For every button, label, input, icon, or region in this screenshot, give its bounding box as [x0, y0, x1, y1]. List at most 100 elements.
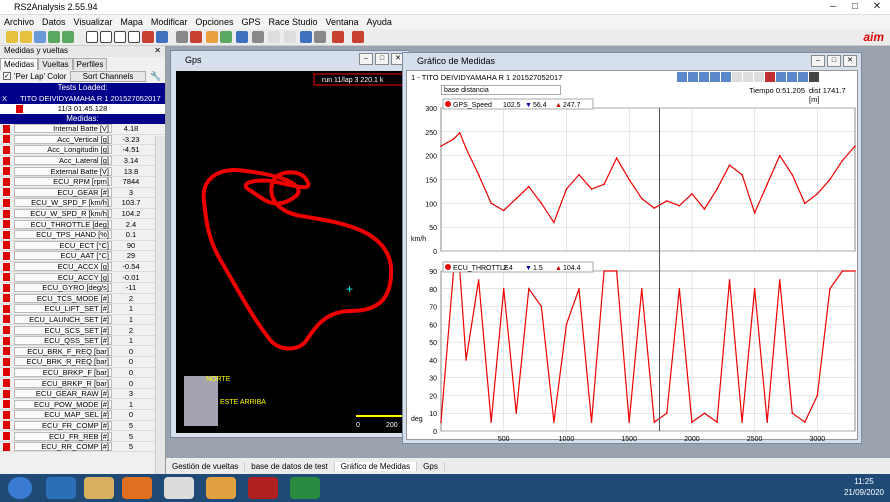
measure-row[interactable]: ECU_ECT [°C] 90 [0, 240, 165, 252]
chart-icon[interactable] [128, 31, 140, 43]
menu-race-studio[interactable]: Race Studio [264, 15, 321, 29]
measure-color-swatch[interactable] [3, 389, 10, 398]
aim-logo-icon[interactable] [352, 31, 364, 43]
folder-icon[interactable] [20, 31, 32, 43]
zoom-x-icon[interactable] [710, 72, 720, 82]
measure-row[interactable]: ECU_GEAR [#] 3 [0, 187, 165, 199]
video-icon[interactable] [176, 31, 188, 43]
report-icon[interactable] [252, 31, 264, 43]
measure-color-swatch[interactable] [3, 304, 10, 313]
test-row[interactable]: X TITO DEIVIDYAMAHA R 1 201527052017 [0, 93, 165, 104]
measure-color-swatch[interactable] [3, 167, 10, 176]
measure-row[interactable]: ECU_ACCX [g] -0.54 [0, 262, 165, 273]
map-icon[interactable] [220, 31, 232, 43]
measure-color-swatch[interactable] [3, 198, 10, 207]
close-test-icon[interactable]: X [2, 93, 7, 104]
measure-row[interactable]: ECU_FR_REB [#] 5 [0, 431, 165, 442]
table-icon[interactable] [62, 31, 74, 43]
math-icon[interactable] [332, 31, 344, 43]
chrome-icon[interactable] [164, 477, 194, 499]
measure-color-swatch[interactable] [3, 209, 10, 218]
base-selector[interactable]: base distancia [441, 85, 561, 95]
measure-row[interactable]: ECU_BRK_R_REQ [bar] 0 [0, 357, 165, 368]
print-icon[interactable] [314, 31, 326, 43]
measure-color-swatch[interactable] [3, 442, 10, 451]
zoom-fit-icon[interactable] [699, 72, 709, 82]
measure-color-swatch[interactable] [3, 336, 10, 345]
wrench-icon[interactable] [809, 72, 819, 82]
measure-row[interactable]: ECU_LAUNCH_SET [#] 1 [0, 314, 165, 326]
measure-row[interactable]: ECU_BRKP_F [bar] 0 [0, 367, 165, 379]
gps-minimize-button[interactable]: – [359, 53, 373, 65]
measure-row[interactable]: ECU_FR_COMP [#] 5 [0, 420, 165, 432]
split-icon[interactable] [787, 72, 797, 82]
gps-maximize-button[interactable]: □ [375, 53, 389, 65]
measure-color-swatch[interactable] [3, 145, 10, 154]
measure-color-swatch[interactable] [3, 400, 10, 409]
sort-channels-button[interactable]: Sort Channels [70, 71, 146, 82]
menu-ventana[interactable]: Ventana [322, 15, 363, 29]
measure-color-swatch[interactable] [3, 294, 10, 303]
download-icon[interactable] [34, 31, 46, 43]
measure-color-swatch[interactable] [3, 326, 10, 335]
marker-icon[interactable] [765, 72, 775, 82]
menu-opciones[interactable]: Opciones [191, 15, 237, 29]
tab-medidas[interactable]: Medidas [0, 58, 39, 70]
tab-gestion-vueltas[interactable]: Gestión de vueltas [166, 461, 246, 471]
chart-icon[interactable] [100, 31, 112, 43]
chart-maximize-button[interactable]: □ [827, 55, 841, 67]
measure-color-swatch[interactable] [3, 177, 10, 186]
close-icon[interactable]: ✕ [154, 46, 161, 55]
measure-color-swatch[interactable] [3, 421, 10, 430]
measure-color-swatch[interactable] [3, 368, 10, 377]
tools-icon[interactable] [206, 31, 218, 43]
measure-row[interactable]: ECU_GEAR_RAW [#] 3 [0, 389, 165, 400]
settings-icon[interactable] [284, 31, 296, 43]
measure-row[interactable]: Acc_Vertical [g] -3.23 [0, 134, 165, 146]
chart-svg[interactable]: 300250200150100500GPS_Speed 102.5 ▼ 56.4 ▲ 24… [407, 96, 859, 441]
gps-map[interactable]: + run 11/lap 3 220.1 k NORTE ESTE ARRIBA… [176, 71, 407, 433]
measure-row[interactable]: ECU_AAT [°C] 29 [0, 251, 165, 262]
open-folder-icon[interactable] [6, 31, 18, 43]
menu-mapa[interactable]: Mapa [116, 15, 147, 29]
measure-row[interactable]: ECU_W_SPD_F [km/h] 103.7 [0, 198, 165, 209]
maximize-button[interactable]: □ [844, 0, 866, 14]
measure-row[interactable]: Internal Batte [V] 4.18 [0, 124, 165, 135]
app-icon[interactable] [206, 477, 236, 499]
measure-color-swatch[interactable] [3, 347, 10, 356]
per-lap-checkbox[interactable]: ✓ [3, 72, 11, 80]
measure-color-swatch[interactable] [3, 230, 10, 239]
media-player-icon[interactable] [122, 477, 152, 499]
gauge-icon[interactable] [190, 31, 202, 43]
measure-color-swatch[interactable] [3, 283, 10, 292]
measure-row[interactable]: External Batte [V] 13.8 [0, 166, 165, 177]
measure-color-swatch[interactable] [3, 273, 10, 282]
chart-icon[interactable] [86, 31, 98, 43]
menu-archivo[interactable]: Archivo [0, 15, 38, 29]
zoom-in-icon[interactable] [677, 72, 687, 82]
measure-row[interactable]: ECU_GYRO [deg/s] -11 [0, 283, 165, 294]
tab-base-datos[interactable]: base de datos de test [245, 461, 335, 471]
measure-color-swatch[interactable] [3, 432, 10, 441]
scrollbar[interactable] [155, 136, 165, 476]
measure-row[interactable]: ECU_POW_MODE [#] 1 [0, 399, 165, 411]
measure-row[interactable]: ECU_BRKP_R [bar] 0 [0, 378, 165, 389]
measure-row[interactable]: ECU_MAP_SEL [#] 0 [0, 410, 165, 421]
stack-icon[interactable] [798, 72, 808, 82]
measure-color-swatch[interactable] [3, 262, 10, 271]
app-icon[interactable] [248, 477, 278, 499]
measure-color-swatch[interactable] [3, 379, 10, 388]
undo-icon[interactable] [754, 72, 764, 82]
chart-icon[interactable] [114, 31, 126, 43]
graph-icon[interactable] [48, 31, 60, 43]
ie-icon[interactable] [46, 477, 76, 499]
menu-ayuda[interactable]: Ayuda [363, 15, 396, 29]
chart-minimize-button[interactable]: – [811, 55, 825, 67]
zoom-out-icon[interactable] [688, 72, 698, 82]
measure-color-swatch[interactable] [3, 410, 10, 419]
measure-color-swatch[interactable] [3, 135, 10, 144]
measure-row[interactable]: ECU_THROTTLE [deg] 2.4 [0, 219, 165, 230]
measure-color-swatch[interactable] [3, 124, 10, 133]
measure-row[interactable]: ECU_TCS_MODE [#] 2 [0, 293, 165, 305]
menu-datos[interactable]: Datos [38, 15, 70, 29]
